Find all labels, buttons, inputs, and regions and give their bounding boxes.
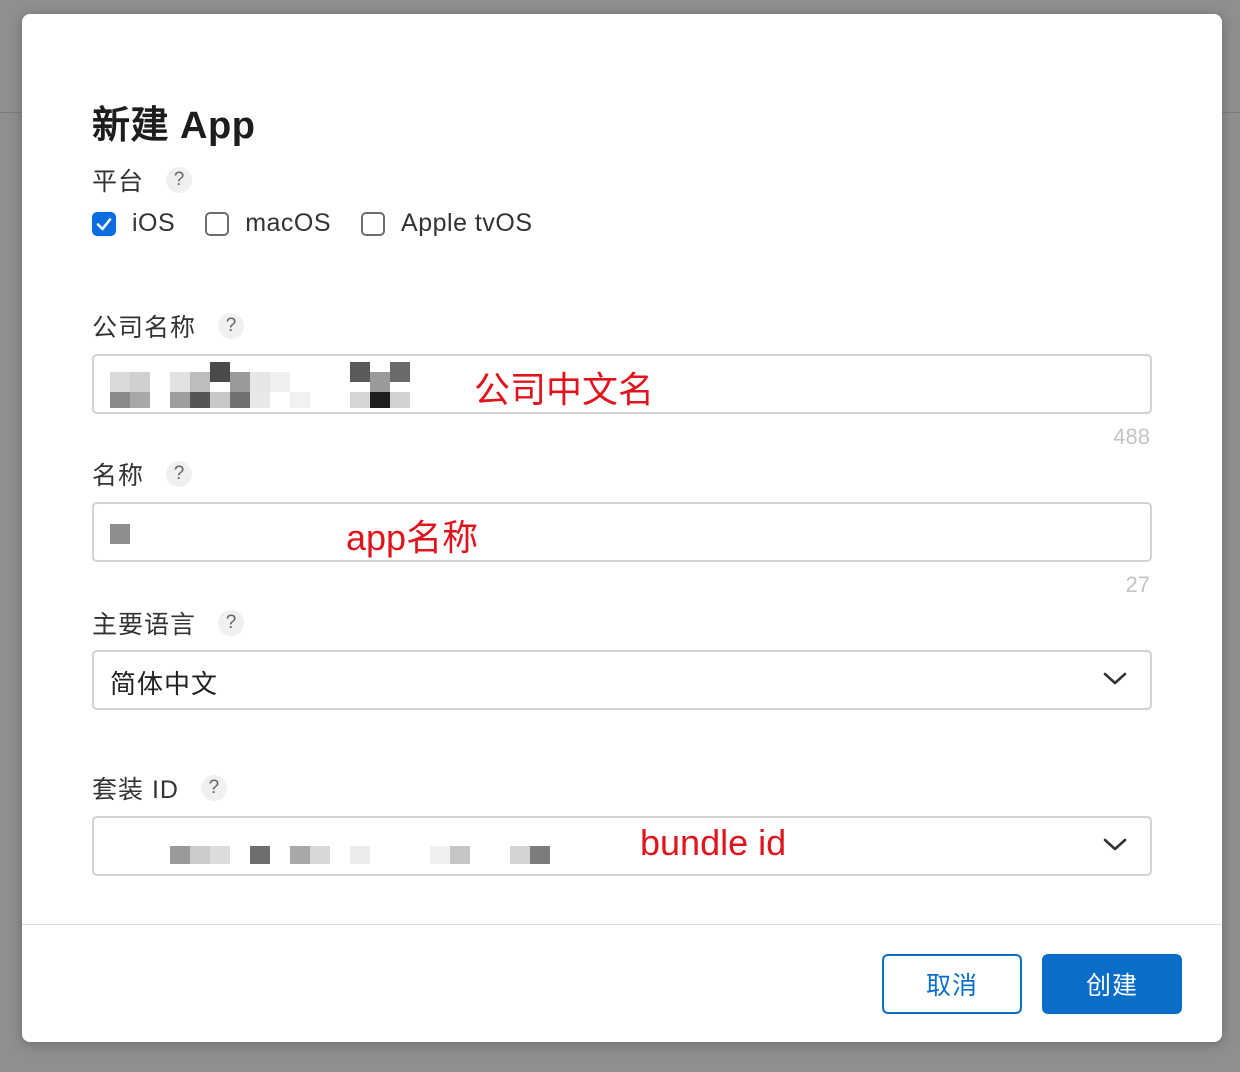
platform-option-ios[interactable]: iOS — [92, 209, 175, 238]
company-name-input[interactable]: 公司中文名 — [92, 354, 1152, 414]
macos-checkbox[interactable] — [205, 211, 230, 236]
language-selected-value: 简体中文 — [110, 669, 219, 699]
platform-label-row: 平台 ? — [92, 162, 193, 198]
footer-divider — [22, 924, 1222, 925]
name-char-counter: 27 — [1125, 572, 1150, 597]
company-help-icon[interactable]: ? — [218, 313, 245, 339]
tvos-label: Apple tvOS — [401, 209, 533, 237]
language-help-icon[interactable]: ? — [218, 610, 245, 636]
bundle-label-row: 套装 ID ? — [92, 770, 227, 806]
platform-option-macos[interactable]: macOS — [205, 209, 331, 238]
company-label-row: 公司名称 ? — [92, 308, 245, 344]
chevron-down-icon — [1103, 838, 1127, 851]
dialog-title: 新建 App — [92, 105, 256, 147]
bundle-annotation: bundle id — [640, 822, 787, 863]
cancel-button[interactable]: 取消 — [882, 954, 1022, 1014]
bundle-label: 套装 ID — [92, 776, 179, 804]
platform-help-icon[interactable]: ? — [166, 167, 193, 193]
name-annotation: app名称 — [346, 517, 479, 558]
company-char-counter: 488 — [1113, 424, 1150, 449]
platform-label: 平台 — [92, 168, 145, 196]
bundle-help-icon[interactable]: ? — [200, 775, 227, 801]
primary-language-select[interactable]: 简体中文 — [92, 650, 1152, 710]
redacted-name-pixel — [110, 524, 130, 544]
create-button[interactable]: 创建 — [1042, 954, 1182, 1014]
tvos-checkbox[interactable] — [361, 211, 386, 236]
chevron-down-icon — [1103, 672, 1127, 685]
name-label-row: 名称 ? — [92, 456, 193, 492]
new-app-dialog: 新建 App 平台 ? iOS macOS Apple tvOS 公司名称 ? — [22, 14, 1222, 1042]
platform-options: iOS macOS Apple tvOS — [92, 209, 563, 238]
platform-option-tvos[interactable]: Apple tvOS — [361, 209, 532, 238]
language-label-row: 主要语言 ? — [92, 605, 245, 641]
app-name-input[interactable]: app名称 — [92, 502, 1152, 562]
macos-label: macOS — [245, 209, 332, 237]
checkmark-icon — [96, 217, 112, 230]
language-label: 主要语言 — [92, 611, 197, 639]
ios-checkbox[interactable] — [92, 211, 116, 236]
company-label: 公司名称 — [92, 314, 197, 342]
redacted-company-pixels — [108, 362, 428, 408]
company-annotation: 公司中文名 — [474, 369, 655, 410]
ios-label: iOS — [132, 209, 176, 237]
redacted-bundle-pixels — [170, 846, 550, 864]
name-label: 名称 — [92, 462, 145, 490]
name-help-icon[interactable]: ? — [166, 461, 193, 487]
bundle-id-select[interactable]: bundle id — [92, 816, 1152, 876]
